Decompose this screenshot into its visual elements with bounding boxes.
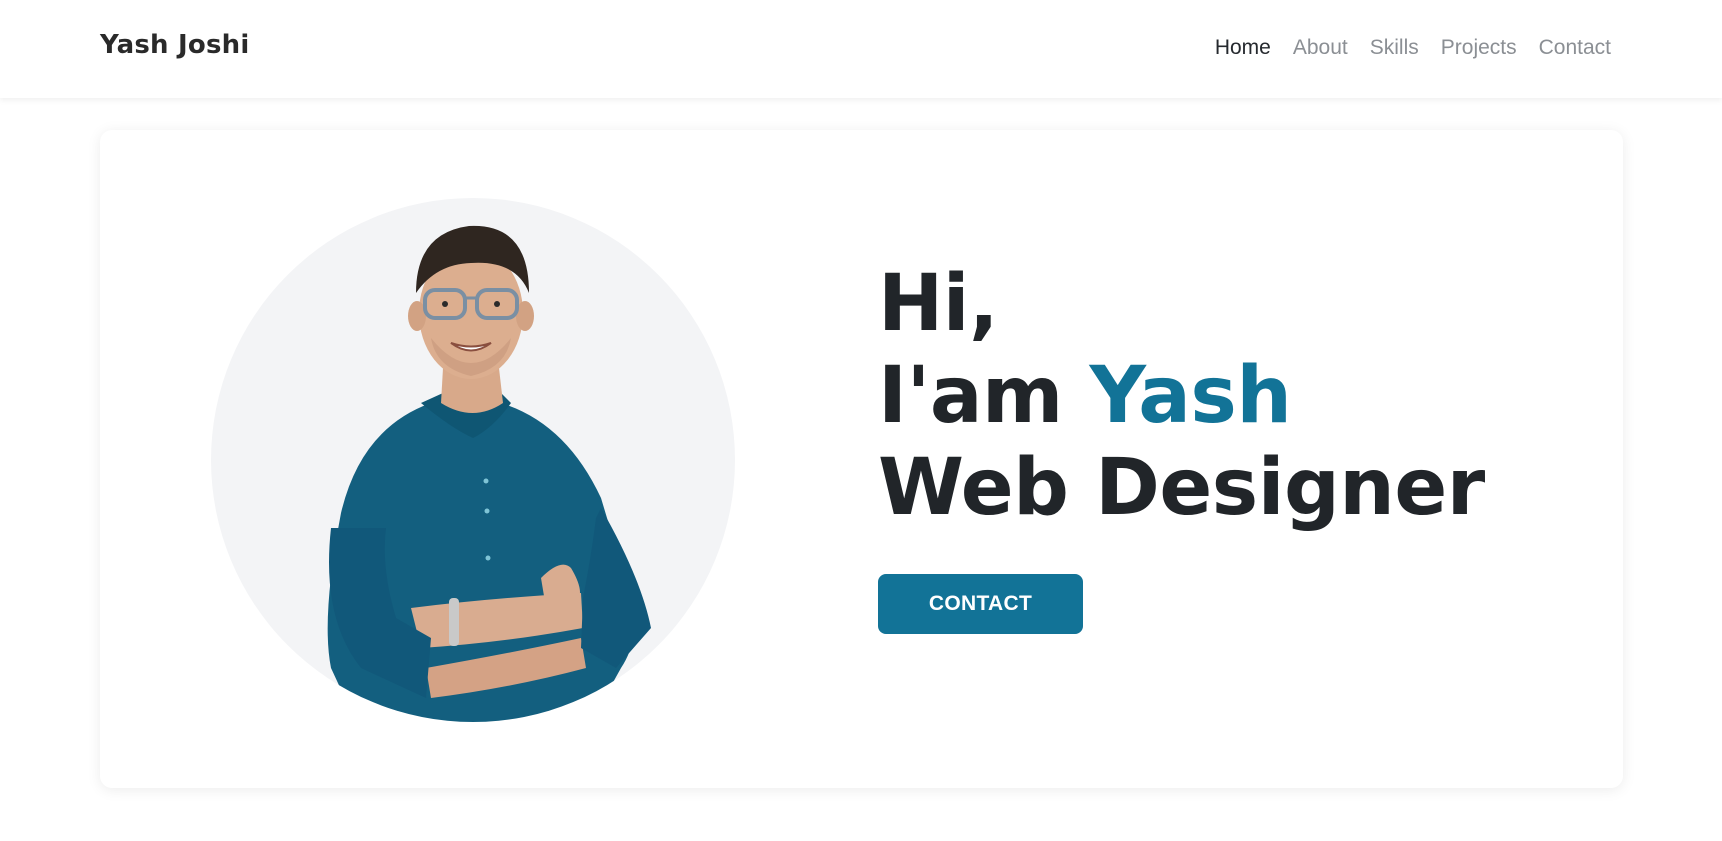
person-portrait-icon: [211, 198, 735, 722]
nav-item-projects[interactable]: Projects: [1441, 35, 1517, 60]
hero-heading: Hi, I'am Yash Web Designer: [878, 258, 1485, 534]
contact-button[interactable]: CONTACT: [878, 574, 1083, 634]
portrait-photo: [211, 198, 735, 722]
hero-role: Web Designer: [878, 443, 1485, 533]
hero-greeting: Hi,: [878, 259, 999, 349]
brand-name[interactable]: Yash Joshi: [100, 30, 249, 61]
hero-intro-prefix: I'am: [878, 351, 1090, 441]
nav-item-home[interactable]: Home: [1215, 35, 1271, 60]
hero-card: Hi, I'am Yash Web Designer CONTACT: [100, 130, 1623, 788]
hero-name-highlight: Yash: [1089, 351, 1292, 441]
nav-item-skills[interactable]: Skills: [1370, 35, 1419, 60]
top-navbar: Yash Joshi Home About Skills Projects Co…: [0, 0, 1722, 98]
nav-item-contact[interactable]: Contact: [1539, 35, 1611, 60]
nav-item-about[interactable]: About: [1293, 35, 1348, 60]
hero-intro-line: I'am Yash: [878, 350, 1485, 442]
nav-links: Home About Skills Projects Contact: [1215, 35, 1611, 60]
